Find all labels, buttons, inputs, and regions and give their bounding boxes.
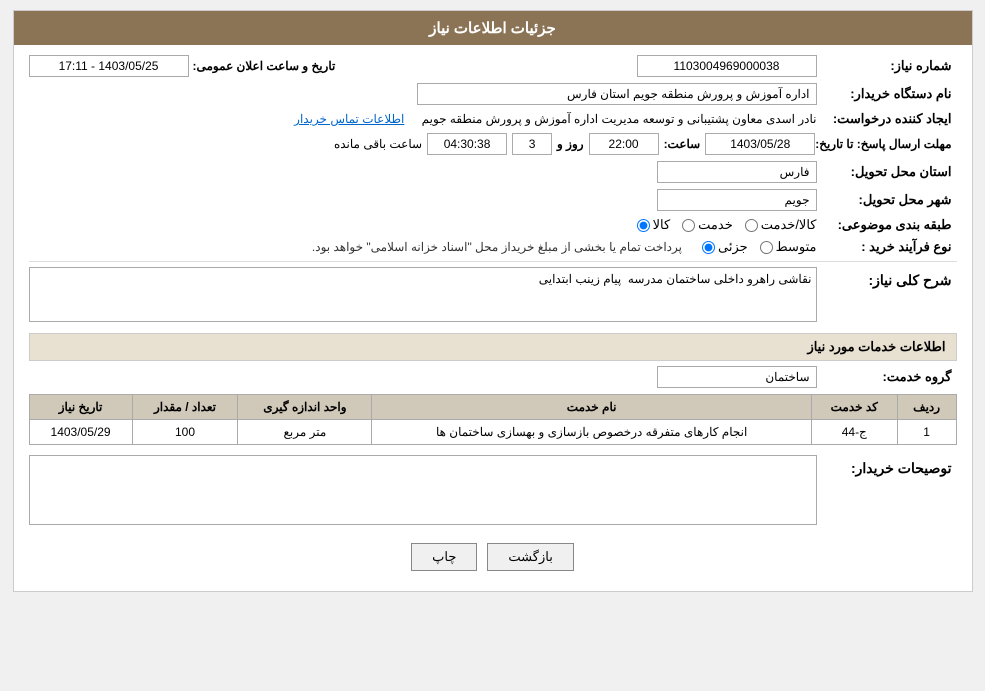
table-row: 1ج-44انجام کارهای متفرقه درخصوص بازسازی … [29, 420, 956, 445]
tarikhErsal-date-input[interactable] [705, 133, 815, 155]
table-cell-name: انجام کارهای متفرقه درخصوص بازسازی و بهس… [372, 420, 811, 445]
content-area: شماره نیاز: تاریخ و ساعت اعلان عمومی: نا… [14, 45, 972, 591]
shahr-value-container [29, 189, 817, 211]
tosifKhridar-value-container [29, 455, 817, 528]
row-ejad: ایجاد کننده درخواست: نادر اسدی معاون پشت… [29, 111, 957, 127]
sharhKolli-value-container [29, 267, 817, 325]
farayand-jozi-radio[interactable] [702, 241, 715, 254]
noeFarayand-value-container: متوسط جزئی پرداخت تمام یا بخشی از مبلغ خ… [29, 239, 817, 255]
rooz-label: روز و [557, 137, 584, 151]
shomareNiaz-input[interactable] [637, 55, 817, 77]
ejad-value-container: نادر اسدی معاون پشتیبانی و توسعه مدیریت … [29, 112, 817, 127]
noeFarayand-label: نوع فرآیند خرید : [817, 239, 957, 255]
tarikhVaSaat-label: تاریخ و ساعت اعلان عمومی: [193, 59, 336, 73]
rooz-input[interactable] [512, 133, 552, 155]
table-cell-tarikh: 1403/05/29 [29, 420, 132, 445]
row-namdastgah: نام دستگاه خریدار: [29, 83, 957, 105]
groheKhadamat-label: گروه خدمت: [817, 369, 957, 385]
col-code: کد خدمت [811, 395, 897, 420]
sharhKolli-label: شرح کلی نیاز: [817, 267, 957, 289]
tabaqe-khadamat-radio[interactable] [682, 219, 695, 232]
farayand-motovaset-label: متوسط [776, 239, 817, 255]
ostan-label: استان محل تحویل: [817, 164, 957, 180]
namdastgah-value-container [29, 83, 817, 105]
tabaqe-kala-khadamat-radio[interactable] [745, 219, 758, 232]
saatBaqi-input[interactable] [427, 133, 507, 155]
ostan-value-container [29, 161, 817, 183]
col-name: نام خدمت [372, 395, 811, 420]
row-ostan: استان محل تحویل: [29, 161, 957, 183]
col-tarikh: تاریخ نیاز [29, 395, 132, 420]
tosifKhridar-label: توصیحات خریدار: [817, 455, 957, 477]
main-container: جزئیات اطلاعات نیاز شماره نیاز: تاریخ و … [13, 10, 973, 592]
farayand-jozi-label: جزئی [718, 239, 748, 255]
tabaqe-kala-khadamat-item[interactable]: کالا/خدمت [745, 217, 817, 233]
namdastgah-input[interactable] [417, 83, 817, 105]
row-grohe-khadamat: گروه خدمت: [29, 366, 957, 388]
col-vahd: واحد اندازه گیری [238, 395, 372, 420]
col-tedad: تعداد / مقدار [132, 395, 238, 420]
table-cell-code: ج-44 [811, 420, 897, 445]
groheKhadamat-input[interactable] [657, 366, 817, 388]
saatBaqi-label: ساعت باقی مانده [334, 137, 422, 151]
khadamat-table: ردیف کد خدمت نام خدمت واحد اندازه گیری ت… [29, 394, 957, 445]
row-tarikh-ersal: مهلت ارسال پاسخ: تا تاریخ: ساعت: روز و س… [29, 133, 957, 155]
row-sharh-kolli: شرح کلی نیاز: [29, 267, 957, 325]
tabaqe-kala-item[interactable]: کالا [637, 217, 671, 233]
farayand-jozi-item[interactable]: جزئی [702, 239, 748, 255]
tarikhErsal-label: مهلت ارسال پاسخ: تا تاریخ: [815, 137, 956, 151]
tabaqe-value-container: کالا/خدمت خدمت کالا [29, 217, 817, 233]
shahr-label: شهر محل تحویل: [817, 192, 957, 208]
table-cell-radif: 1 [897, 420, 956, 445]
bazgasht-button[interactable]: بازگشت [487, 543, 573, 571]
shomareNiaz-label: شماره نیاز: [817, 58, 957, 74]
ejad-value: نادر اسدی معاون پشتیبانی و توسعه مدیریت … [422, 112, 817, 126]
shahr-input[interactable] [657, 189, 817, 211]
shomareNiaz-value-container: تاریخ و ساعت اعلان عمومی: [29, 55, 817, 77]
farayand-notice: پرداخت تمام یا بخشی از مبلغ خریداز محل "… [312, 240, 682, 254]
farayand-motovaset-radio[interactable] [760, 241, 773, 254]
row-shomare-tarikh: شماره نیاز: تاریخ و ساعت اعلان عمومی: [29, 55, 957, 77]
groheKhadamat-value-container [29, 366, 817, 388]
tabaqe-khadamat-item[interactable]: خدمت [682, 217, 733, 233]
col-radif: ردیف [897, 395, 956, 420]
row-noe-farayand: نوع فرآیند خرید : متوسط جزئی پرداخت تمام… [29, 239, 957, 255]
row-tabaqe: طبقه بندی موضوعی: کالا/خدمت خدمت کالا [29, 217, 957, 233]
farayand-motovaset-item[interactable]: متوسط [760, 239, 817, 255]
divider-1 [29, 261, 957, 262]
tabaqe-kala-radio[interactable] [637, 219, 650, 232]
saat-input[interactable] [589, 133, 659, 155]
section-khadamat-title: اطلاعات خدمات مورد نیاز [807, 339, 945, 354]
page-header: جزئیات اطلاعات نیاز [14, 11, 972, 45]
ostan-input[interactable] [657, 161, 817, 183]
tosifKhridar-textarea[interactable] [29, 455, 817, 525]
ejad-label: ایجاد کننده درخواست: [817, 111, 957, 127]
sharhKolli-textarea[interactable] [29, 267, 817, 322]
row-tosifat: توصیحات خریدار: [29, 455, 957, 528]
table-cell-tedad: 100 [132, 420, 238, 445]
section-khadamat-header: اطلاعات خدمات مورد نیاز [29, 333, 957, 361]
tarikhErsal-value-container: ساعت: روز و ساعت باقی مانده [29, 133, 816, 155]
tabaqe-khadamat-label: خدمت [698, 217, 733, 233]
row-shahr: شهر محل تحویل: [29, 189, 957, 211]
tabaqe-label: طبقه بندی موضوعی: [817, 217, 957, 233]
saat-label: ساعت: [664, 137, 701, 151]
tabaqe-kala-khadamat-label: کالا/خدمت [761, 217, 817, 233]
ejad-link[interactable]: اطلاعات تماس خریدار [294, 112, 404, 126]
chap-button[interactable]: چاپ [411, 543, 477, 571]
tabaqe-kala-label: کالا [653, 217, 671, 233]
button-row: بازگشت چاپ [29, 543, 957, 571]
tarikhVaSaat-input[interactable] [29, 55, 189, 77]
table-cell-vahd: متر مربع [238, 420, 372, 445]
namdastgah-label: نام دستگاه خریدار: [817, 86, 957, 102]
page-title: جزئیات اطلاعات نیاز [429, 20, 556, 37]
